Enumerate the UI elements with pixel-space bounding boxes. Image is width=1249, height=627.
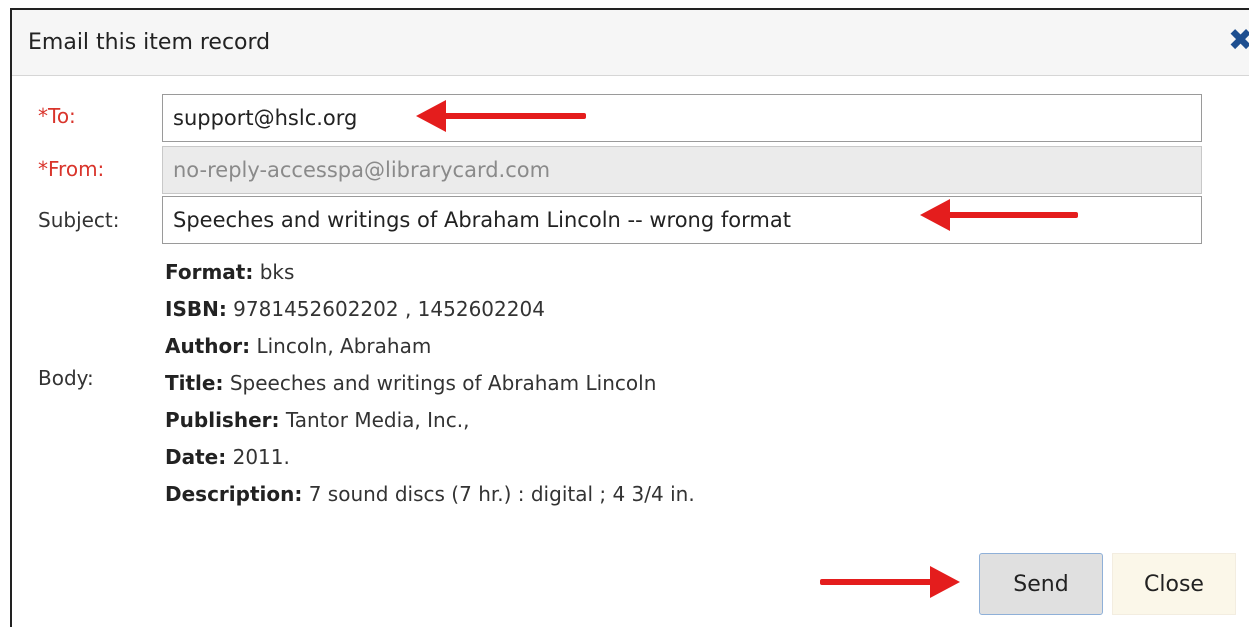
body-line-date: Date: 2011.: [165, 445, 290, 469]
dialog-titlebar: Email this item record: [12, 10, 1249, 76]
body-label: Body:: [38, 366, 94, 390]
body-line-title: Title: Speeches and writings of Abraham …: [165, 371, 657, 395]
body-line-description: Description: 7 sound discs (7 hr.) : dig…: [165, 482, 695, 506]
send-button[interactable]: Send: [979, 553, 1103, 615]
to-label: *To:: [38, 104, 76, 128]
body-line-format: Format: bks: [165, 260, 295, 284]
to-field[interactable]: support@hslc.org: [162, 94, 1202, 142]
to-value: support@hslc.org: [173, 106, 358, 130]
body-line-publisher: Publisher: Tantor Media, Inc.,: [165, 408, 470, 432]
subject-label: Subject:: [38, 208, 120, 232]
email-body: Format: bks ISBN: 9781452602202 , 145260…: [165, 254, 695, 513]
arrow-right-icon: [820, 566, 960, 598]
close-x-icon[interactable]: ✖: [1228, 26, 1249, 56]
subject-value: Speeches and writings of Abraham Lincoln…: [173, 208, 791, 232]
close-button[interactable]: Close: [1112, 553, 1236, 615]
from-field: no-reply-accesspa@librarycard.com: [162, 146, 1202, 194]
from-label: *From:: [38, 157, 105, 181]
arrow-left-icon: [416, 100, 586, 132]
dialog-title: Email this item record: [28, 30, 271, 55]
body-line-author: Author: Lincoln, Abraham: [165, 334, 432, 358]
email-dialog: Email this item record ✖ *To: support@hs…: [10, 8, 1249, 627]
body-line-isbn: ISBN: 9781452602202 , 1452602204: [165, 297, 545, 321]
from-value: no-reply-accesspa@librarycard.com: [173, 158, 551, 182]
arrow-left-icon: [920, 199, 1078, 231]
